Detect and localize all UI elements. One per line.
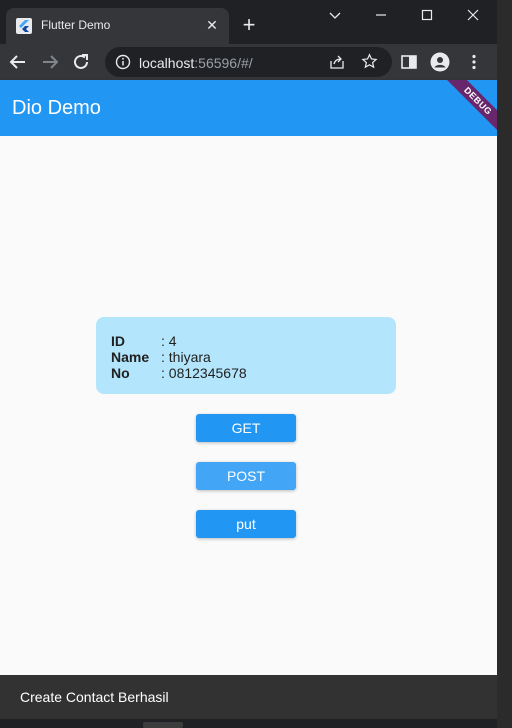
name-label: Name (111, 349, 150, 365)
name-value: : thiyara (161, 349, 211, 365)
maximize-icon[interactable] (417, 5, 437, 25)
back-arrow-icon[interactable] (7, 51, 29, 73)
browser-tab[interactable]: Flutter Demo ✕ (6, 8, 229, 44)
profile-avatar-icon[interactable] (430, 52, 450, 72)
contact-card: ID : 4 Name : thiyara No : 0812345678 (96, 317, 396, 394)
share-icon[interactable] (329, 54, 345, 70)
browser-window: Flutter Demo ✕ + localhost:56596/#/ Dio … (0, 0, 497, 728)
page-body: ID : 4 Name : thiyara No : 0812345678 GE… (0, 136, 497, 675)
snackbar: Create Contact Berhasil (0, 675, 497, 719)
close-tab-icon[interactable]: ✕ (203, 16, 221, 34)
minimize-icon[interactable] (371, 5, 391, 25)
url-text: localhost:56596/#/ (139, 55, 253, 71)
snackbar-message: Create Contact Berhasil (20, 689, 169, 705)
post-button[interactable]: POST (196, 462, 296, 490)
app-title: Dio Demo (12, 97, 101, 119)
tab-strip: Flutter Demo ✕ + (0, 0, 497, 44)
reload-icon[interactable] (70, 51, 92, 73)
put-button[interactable]: put (196, 510, 296, 538)
side-panel-icon[interactable] (399, 52, 419, 72)
address-bar[interactable]: localhost:56596/#/ (105, 47, 392, 77)
desktop-background (497, 0, 512, 728)
url-path: :56596/#/ (194, 55, 253, 71)
id-label: ID (111, 333, 125, 349)
window-bottom-edge (0, 719, 497, 728)
id-value: : 4 (161, 333, 177, 349)
forward-arrow-icon[interactable] (39, 51, 61, 73)
debug-banner: DEBUG (441, 80, 497, 136)
app-bar: Dio Demo DEBUG (0, 80, 497, 136)
star-icon[interactable] (361, 53, 378, 70)
scroll-handle[interactable] (143, 722, 183, 728)
close-window-icon[interactable] (463, 5, 483, 25)
no-label: No (111, 365, 130, 381)
info-icon[interactable] (115, 54, 131, 70)
no-value: : 0812345678 (161, 365, 247, 381)
browser-toolbar: localhost:56596/#/ (0, 44, 497, 80)
flutter-icon (16, 18, 32, 34)
url-host: localhost (139, 55, 195, 71)
get-button[interactable]: GET (196, 414, 296, 442)
new-tab-icon[interactable]: + (238, 14, 260, 36)
tab-title: Flutter Demo (41, 18, 111, 32)
chevron-down-icon[interactable] (325, 5, 345, 25)
more-vert-icon[interactable] (464, 52, 484, 72)
